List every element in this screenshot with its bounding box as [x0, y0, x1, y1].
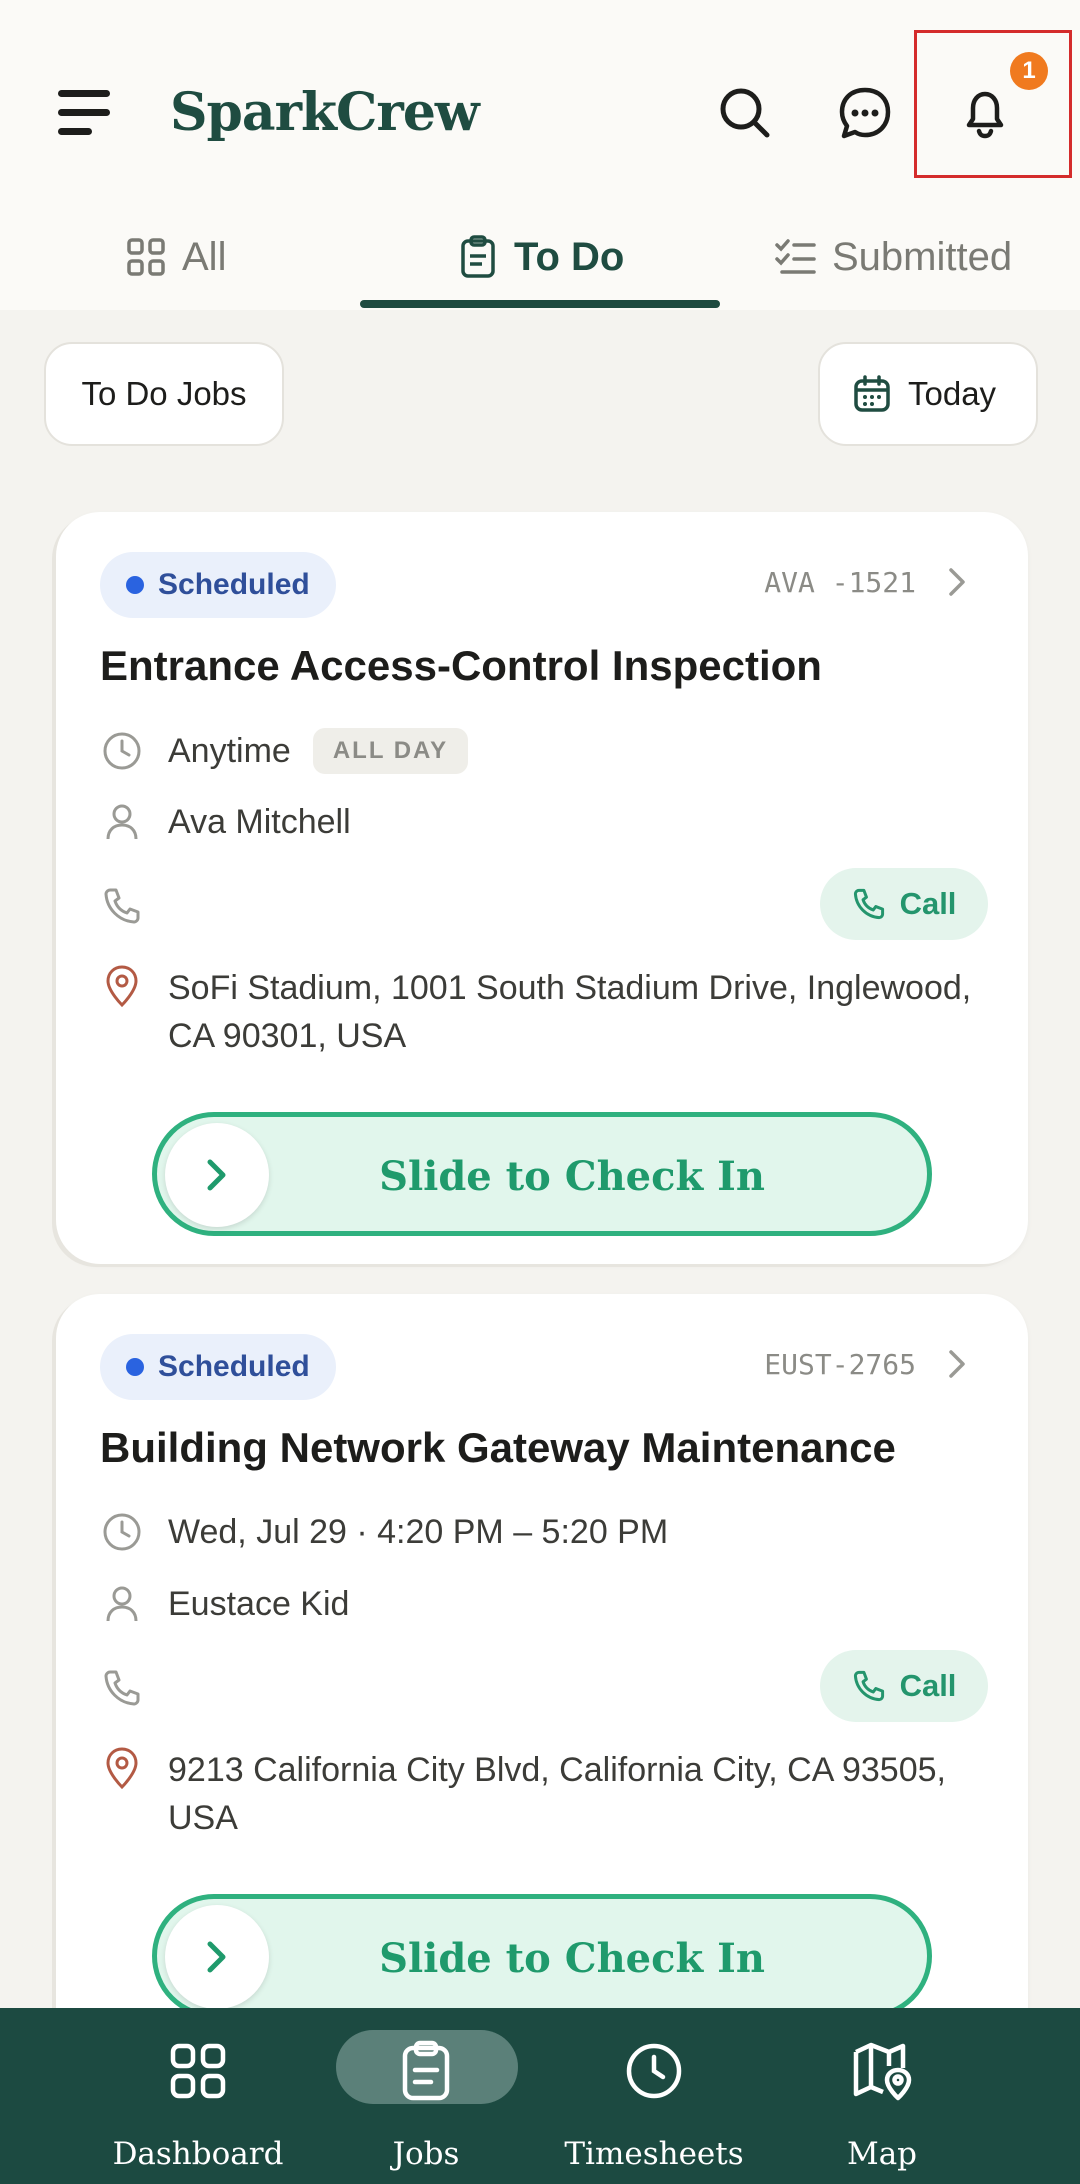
- tab-submitted-label: Submitted: [832, 234, 1013, 279]
- brand-title: SparkCrew: [170, 82, 480, 143]
- job-phone-row: [100, 1666, 168, 1710]
- job-time-row: Anytime ALL DAY: [100, 728, 469, 774]
- status-label: Scheduled: [158, 1350, 310, 1383]
- status-dot: [126, 576, 144, 594]
- job-person: Eustace Kid: [168, 1584, 350, 1623]
- check-in-slider[interactable]: Slide to Check In: [152, 1112, 932, 1236]
- call-button[interactable]: Call: [820, 1650, 988, 1722]
- job-title: Building Network Gateway Maintenance: [100, 1424, 896, 1471]
- checklist-icon: [775, 239, 816, 274]
- nav-jobs[interactable]: Jobs: [316, 2036, 536, 2172]
- nav-jobs-label: Jobs: [392, 2136, 460, 2172]
- check-in-slider[interactable]: Slide to Check In: [152, 1894, 932, 2018]
- job-address-row: 9213 California City Blvd, California Ci…: [100, 1746, 988, 1842]
- notification-badge: 1: [1010, 52, 1048, 90]
- to-do-jobs-label: To Do Jobs: [81, 375, 247, 412]
- job-time: Anytime: [168, 731, 291, 770]
- nav-timesheets[interactable]: Timesheets: [544, 2036, 764, 2172]
- clipboard-icon: [461, 235, 495, 278]
- location-pin-icon: [100, 1746, 144, 1790]
- slider-label: Slide to Check In: [379, 1153, 765, 1200]
- phone-icon: [100, 1666, 144, 1710]
- status-dot: [126, 1358, 144, 1376]
- status-badge: Scheduled: [100, 1334, 336, 1400]
- clock-icon: [100, 729, 144, 773]
- nav-dashboard[interactable]: Dashboard: [88, 2036, 308, 2172]
- location-pin-icon: [100, 964, 144, 1008]
- bottom-nav: Dashboard Jobs Timesheets Map: [0, 2008, 1080, 2184]
- to-do-jobs-filter[interactable]: To Do Jobs: [44, 342, 284, 446]
- clock-icon: [626, 2043, 682, 2099]
- tab-to-do[interactable]: To Do: [458, 222, 624, 292]
- nav-timesheets-label: Timesheets: [564, 2136, 744, 2172]
- job-time-row: Wed, Jul 29 · 4:20 PM – 5:20 PM: [100, 1510, 668, 1554]
- call-button[interactable]: Call: [820, 868, 988, 940]
- job-address-row: SoFi Stadium, 1001 South Stadium Drive, …: [100, 964, 988, 1060]
- app-header: SparkCrew 1 All To Do Submitted: [0, 0, 1080, 310]
- job-id: AVA -1521: [764, 566, 916, 599]
- date-filter-label: Today: [908, 375, 997, 412]
- phone-icon: [853, 888, 884, 920]
- job-card[interactable]: Scheduled AVA -1521 Entrance Access-Cont…: [56, 512, 1028, 1264]
- active-tab-indicator: [360, 300, 720, 308]
- slider-label: Slide to Check In: [379, 1935, 765, 1982]
- job-card[interactable]: Scheduled EUST-2765 Building Network Gat…: [56, 1294, 1028, 2054]
- clipboard-icon: [402, 2040, 450, 2101]
- date-filter-button[interactable]: Today: [818, 342, 1038, 446]
- job-id: EUST-2765: [764, 1348, 916, 1381]
- all-day-badge: ALL DAY: [312, 728, 469, 774]
- status-label: Scheduled: [158, 568, 310, 601]
- tab-all-label: All: [182, 234, 227, 279]
- job-person: Ava Mitchell: [168, 802, 351, 841]
- tab-submitted[interactable]: Submitted: [774, 222, 1012, 292]
- job-address: 9213 California City Blvd, California Ci…: [168, 1751, 946, 1837]
- job-time: Wed, Jul 29 · 4:20 PM – 5:20 PM: [168, 1512, 669, 1551]
- chat-icon[interactable]: [830, 78, 900, 148]
- nav-dashboard-label: Dashboard: [112, 2136, 284, 2172]
- nav-map[interactable]: Map: [772, 2036, 992, 2172]
- call-label: Call: [899, 1668, 957, 1703]
- job-title: Entrance Access-Control Inspection: [100, 642, 822, 689]
- grid-icon: [127, 238, 165, 276]
- tab-all[interactable]: All: [126, 222, 226, 292]
- call-label: Call: [899, 886, 957, 921]
- tab-to-do-label: To Do: [514, 234, 625, 279]
- job-person-row: Eustace Kid: [100, 1582, 349, 1626]
- job-person-row: Ava Mitchell: [100, 800, 351, 844]
- phone-icon: [100, 884, 144, 928]
- notification-highlight: [914, 30, 1072, 178]
- person-icon: [100, 1582, 144, 1626]
- job-phone-row: [100, 884, 168, 928]
- calendar-icon: [854, 375, 890, 412]
- person-icon: [100, 800, 144, 844]
- phone-icon: [853, 1670, 884, 1702]
- status-badge: Scheduled: [100, 552, 336, 618]
- chevron-right-icon[interactable]: [942, 1344, 972, 1384]
- chevron-right-icon[interactable]: [942, 562, 972, 602]
- nav-map-label: Map: [846, 2136, 918, 2172]
- menu-icon[interactable]: [58, 86, 114, 138]
- grid-icon: [170, 2043, 226, 2099]
- clock-icon: [100, 1510, 144, 1554]
- search-icon[interactable]: [710, 78, 780, 148]
- map-pin-icon: [853, 2042, 912, 2101]
- job-address: SoFi Stadium, 1001 South Stadium Drive, …: [168, 969, 972, 1055]
